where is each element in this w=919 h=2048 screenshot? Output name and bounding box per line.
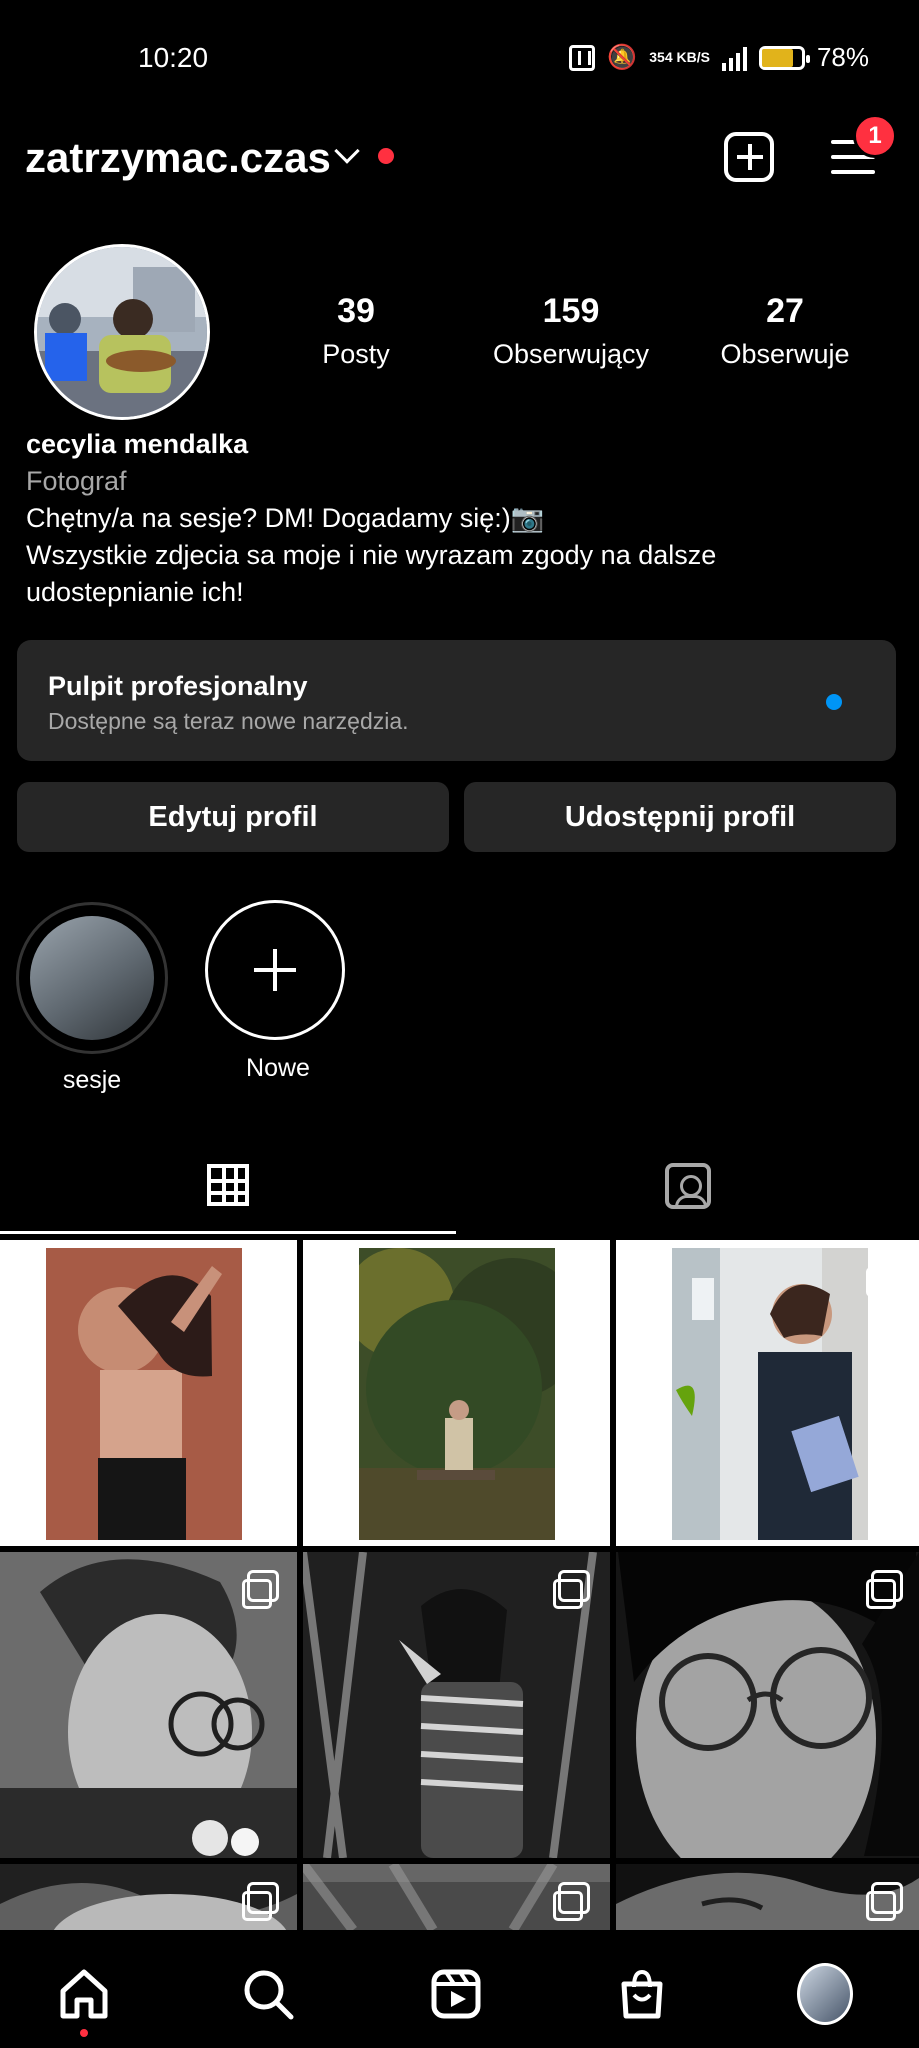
posts-label: Posty [322, 339, 390, 369]
followers-label: Obserwujący [492, 339, 650, 369]
post-thumbnail[interactable] [616, 1240, 919, 1546]
multi-post-icon [242, 1882, 279, 1921]
notification-badge: 1 [853, 114, 897, 158]
shop-icon[interactable] [614, 1966, 670, 2022]
mute-icon: 🔕 [607, 44, 638, 71]
profile-avatar[interactable] [797, 1963, 853, 2025]
bio-line-1: Chętny/a na sesje? DM! Dogadamy się:)📷 [26, 503, 545, 533]
highlight-ring [16, 902, 168, 1054]
status-icons: 🔕 354 KB/S 78% [569, 42, 869, 73]
multi-post-icon [553, 1882, 590, 1921]
tab-tagged[interactable] [460, 1138, 916, 1234]
post-thumbnail[interactable] [616, 1552, 919, 1858]
highlight-cover [30, 916, 154, 1040]
new-highlight-button[interactable] [205, 900, 345, 1040]
battery-percent: 78% [816, 42, 869, 72]
search-icon[interactable] [240, 1966, 296, 2022]
new-highlight[interactable]: Nowe [205, 900, 357, 1083]
home-icon[interactable] [56, 1966, 112, 2022]
followers-stat[interactable]: 159 Obserwujący [486, 292, 656, 370]
profile-name: cecylia mendalka [26, 429, 249, 459]
profile-tab-avatar [797, 1963, 853, 2025]
profile-avatar[interactable] [34, 244, 210, 420]
highlight-label: sesje [62, 1066, 122, 1094]
new-highlight-label: Nowe [246, 1054, 310, 1082]
nfc-icon [569, 44, 596, 71]
dashboard-title: Pulpit profesjonalny [48, 671, 308, 701]
multi-post-icon [242, 1570, 279, 1609]
grid-icon [207, 1163, 249, 1206]
post-thumbnail[interactable] [303, 1240, 610, 1546]
bio-line-2: Wszystkie zdjecia sa moje i nie wyrazam … [26, 540, 717, 607]
multi-post-icon [866, 1882, 903, 1921]
network-speed: 354 KB/S [649, 49, 710, 65]
followers-count: 159 [542, 292, 600, 330]
post-thumbnail[interactable] [0, 1240, 297, 1546]
post-thumbnail[interactable] [616, 1864, 919, 1930]
highlight-sesje[interactable]: sesje [16, 902, 168, 1095]
home-active-dot [80, 2029, 88, 2037]
profile-category: Fotograf [26, 466, 127, 496]
new-tools-dot [826, 694, 842, 710]
tab-grid[interactable] [0, 1138, 456, 1234]
signal-icon [721, 45, 747, 71]
multi-post-icon [866, 1570, 903, 1609]
account-username[interactable]: zatrzymac.czas [25, 134, 331, 182]
reels-icon[interactable] [428, 1966, 484, 2022]
plus-icon [254, 949, 296, 991]
status-bar: 10:20 🔕 354 KB/S 78% [0, 0, 919, 120]
post-thumbnail[interactable] [0, 1552, 297, 1858]
dashboard-subtitle: Dostępne są teraz nowe narzędzia. [48, 708, 409, 734]
share-profile-button[interactable]: Udostępnij profil [464, 782, 896, 852]
following-count: 27 [766, 292, 804, 330]
post-thumbnail[interactable] [0, 1864, 297, 1930]
tagged-icon [665, 1163, 711, 1209]
profile-bio: cecylia mendalka Fotograf Chętny/a na se… [26, 426, 886, 611]
bottom-navigation [0, 1930, 919, 2048]
notification-dot [378, 148, 394, 164]
battery-level [761, 48, 794, 67]
instagram-profile-screen: 10:20 🔕 354 KB/S 78% zatrzymac.czas 1 39… [0, 0, 919, 2048]
posts-count: 39 [337, 292, 375, 330]
profile-header: zatrzymac.czas 1 [0, 114, 919, 230]
chevron-down-icon[interactable] [334, 138, 360, 164]
following-stat[interactable]: 27 Obserwuje [713, 292, 857, 370]
multi-post-icon [866, 1258, 903, 1297]
profile-tabs [0, 1138, 919, 1234]
post-thumbnail[interactable] [303, 1864, 610, 1930]
posts-stat[interactable]: 39 Posty [300, 292, 412, 370]
following-label: Obserwuje [720, 339, 850, 369]
battery-icon [758, 45, 810, 70]
multi-post-icon [553, 1570, 590, 1609]
post-thumbnail[interactable] [303, 1552, 610, 1858]
professional-dashboard-card[interactable]: Pulpit profesjonalny Dostępne są teraz n… [17, 640, 896, 761]
create-post-icon[interactable] [724, 132, 774, 182]
status-time: 10:20 [138, 42, 209, 73]
edit-profile-button[interactable]: Edytuj profil [17, 782, 449, 852]
